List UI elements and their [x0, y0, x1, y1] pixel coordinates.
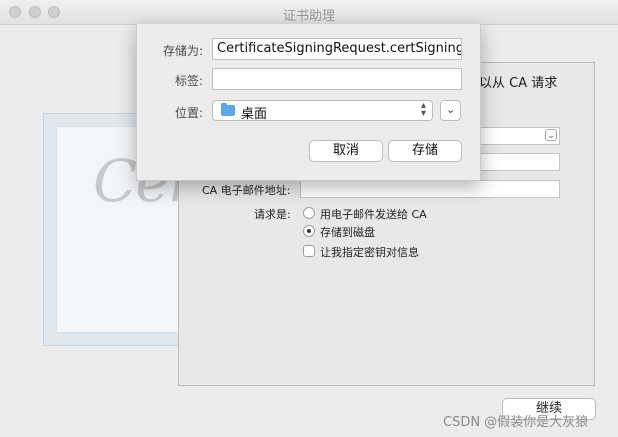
checkbox-specify-key[interactable] [303, 245, 315, 257]
expand-browser-button[interactable]: ⌄ [440, 100, 461, 121]
title-bar: 证书助理 [0, 0, 618, 25]
window-title: 证书助理 [282, 9, 335, 24]
watermark-text: CSDN @假装你是大灰狼 [443, 415, 589, 430]
chevron-down-icon: ⌄ [545, 129, 557, 141]
radio-save-disk[interactable] [303, 225, 315, 237]
folder-icon [221, 103, 235, 116]
cancel-button[interactable]: 取消 [309, 140, 383, 162]
chevron-down-icon: ⌄ [446, 103, 456, 116]
request-type-label: 请求是: [254, 208, 291, 221]
radio-email-ca[interactable] [303, 207, 315, 219]
save-as-label: 存储为: [162, 44, 203, 58]
panel-heading: 以从 CA 请求 [479, 76, 558, 91]
ca-email-field[interactable] [300, 180, 560, 198]
location-popup[interactable]: 桌面 ▴ ▾ [212, 100, 433, 122]
location-value: 桌面 [241, 107, 268, 122]
save-button[interactable]: 存储 [388, 140, 462, 162]
tags-input[interactable] [212, 68, 462, 90]
save-as-input[interactable]: CertificateSigningRequest.certSigningReq… [212, 38, 462, 60]
option-save-disk-label: 存储到磁盘 [320, 226, 375, 239]
option-email-ca-label: 用电子邮件发送给 CA [320, 208, 427, 221]
location-label: 位置: [174, 106, 203, 120]
save-sheet: 存储为: CertificateSigningRequest.certSigni… [136, 24, 481, 181]
ca-email-label: CA 电子邮件地址: [202, 184, 291, 197]
certificate-assistant-window: 证书助理 Certi 以从 CA 请求 ⌄ CA 电子邮件地址: 请求是: 用电… [0, 0, 618, 437]
updown-chevron-icon: ▴ ▾ [420, 100, 426, 119]
tags-label: 标签: [174, 74, 203, 88]
option-specify-key-label: 让我指定密钥对信息 [320, 246, 419, 259]
